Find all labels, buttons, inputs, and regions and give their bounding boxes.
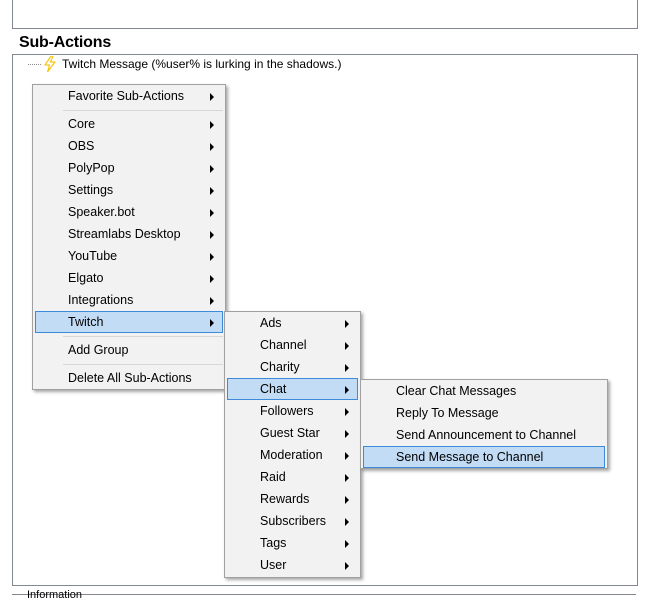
tree-connector xyxy=(28,63,41,65)
submenu-arrow-icon xyxy=(345,364,349,372)
submenu-arrow-icon xyxy=(345,518,349,526)
menu-item-label: User xyxy=(260,558,287,572)
menu-item-favorite-sub-actions[interactable]: Favorite Sub-Actions xyxy=(35,85,223,107)
menu-item-send-message-to-channel[interactable]: Send Message to Channel xyxy=(363,446,605,468)
menu-item-label: Rewards xyxy=(260,492,310,506)
menu-item-twitch[interactable]: Twitch xyxy=(35,311,223,333)
submenu-arrow-icon xyxy=(210,253,214,261)
menu-item-tags[interactable]: Tags xyxy=(227,532,358,554)
menu-item-integrations[interactable]: Integrations xyxy=(35,289,223,311)
menu-item-polypop[interactable]: PolyPop xyxy=(35,157,223,179)
menu-item-obs[interactable]: OBS xyxy=(35,135,223,157)
menu-item-label: Ads xyxy=(260,316,282,330)
context-menu-main: Favorite Sub-Actions Core OBS PolyPop Se… xyxy=(32,84,226,390)
menu-item-label: Clear Chat Messages xyxy=(396,384,517,398)
submenu-arrow-icon xyxy=(210,275,214,283)
menu-item-label: OBS xyxy=(68,139,95,153)
menu-separator xyxy=(63,364,223,365)
menu-item-label: Settings xyxy=(68,183,114,197)
menu-item-streamlabs-desktop[interactable]: Streamlabs Desktop xyxy=(35,223,223,245)
menu-item-subscribers[interactable]: Subscribers xyxy=(227,510,358,532)
section-title: Sub-Actions xyxy=(19,34,112,51)
menu-item-raid[interactable]: Raid xyxy=(227,466,358,488)
menu-item-speaker-bot[interactable]: Speaker.bot xyxy=(35,201,223,223)
menu-item-label: Elgato xyxy=(68,271,104,285)
submenu-arrow-icon xyxy=(210,187,214,195)
menu-item-label: Integrations xyxy=(68,293,134,307)
menu-item-label: Tags xyxy=(260,536,287,550)
submenu-arrow-icon xyxy=(345,496,349,504)
submenu-arrow-icon xyxy=(345,540,349,548)
submenu-arrow-icon xyxy=(210,209,214,217)
submenu-arrow-icon xyxy=(210,93,214,101)
submenu-arrow-icon xyxy=(345,386,349,394)
menu-item-label: Charity xyxy=(260,360,300,374)
menu-item-label: Favorite Sub-Actions xyxy=(68,89,185,103)
info-label: Information xyxy=(27,589,83,601)
top-panel xyxy=(12,0,638,29)
menu-separator xyxy=(63,336,223,337)
menu-item-ads[interactable]: Ads xyxy=(227,312,358,334)
menu-item-label: Channel xyxy=(260,338,307,352)
menu-item-channel[interactable]: Channel xyxy=(227,334,358,356)
info-divider xyxy=(12,594,636,595)
menu-item-settings[interactable]: Settings xyxy=(35,179,223,201)
submenu-arrow-icon xyxy=(345,562,349,570)
menu-item-label: Reply To Message xyxy=(396,406,499,420)
menu-item-elgato[interactable]: Elgato xyxy=(35,267,223,289)
menu-item-chat[interactable]: Chat xyxy=(227,378,358,400)
menu-item-charity[interactable]: Charity xyxy=(227,356,358,378)
menu-item-reply-to-message[interactable]: Reply To Message xyxy=(363,402,605,424)
submenu-arrow-icon xyxy=(345,474,349,482)
menu-separator xyxy=(63,110,223,111)
menu-item-label: PolyPop xyxy=(68,161,115,175)
submenu-arrow-icon xyxy=(210,319,214,327)
context-menu-twitch: Ads Channel Charity Chat Followers Guest… xyxy=(224,311,361,578)
menu-item-label: Followers xyxy=(260,404,314,418)
menu-item-label: Subscribers xyxy=(260,514,326,528)
submenu-arrow-icon xyxy=(345,408,349,416)
submenu-arrow-icon xyxy=(345,342,349,350)
menu-item-label: Send Announcement to Channel xyxy=(396,428,576,442)
submenu-arrow-icon xyxy=(345,430,349,438)
menu-item-label: YouTube xyxy=(68,249,118,263)
submenu-arrow-icon xyxy=(345,320,349,328)
menu-item-clear-chat-messages[interactable]: Clear Chat Messages xyxy=(363,380,605,402)
menu-item-youtube[interactable]: YouTube xyxy=(35,245,223,267)
context-menu-chat: Clear Chat Messages Reply To Message Sen… xyxy=(360,379,608,469)
menu-item-label: Core xyxy=(68,117,96,131)
menu-item-label: Speaker.bot xyxy=(68,205,135,219)
submenu-arrow-icon xyxy=(210,121,214,129)
menu-item-followers[interactable]: Followers xyxy=(227,400,358,422)
submenu-arrow-icon xyxy=(210,297,214,305)
menu-item-send-announcement[interactable]: Send Announcement to Channel xyxy=(363,424,605,446)
menu-item-delete-all-sub-actions[interactable]: Delete All Sub-Actions xyxy=(35,367,223,389)
submenu-arrow-icon xyxy=(210,143,214,151)
menu-item-core[interactable]: Core xyxy=(35,113,223,135)
submenu-arrow-icon xyxy=(210,165,214,173)
menu-item-label: Raid xyxy=(260,470,286,484)
menu-item-label: Chat xyxy=(260,382,287,396)
menu-item-label: Twitch xyxy=(68,315,104,329)
menu-item-label: Streamlabs Desktop xyxy=(68,227,181,241)
lightning-icon xyxy=(44,56,56,72)
submenu-arrow-icon xyxy=(210,231,214,239)
menu-item-label: Send Message to Channel xyxy=(396,450,544,464)
submenu-arrow-icon xyxy=(345,452,349,460)
menu-item-rewards[interactable]: Rewards xyxy=(227,488,358,510)
tree-node-label: Twitch Message (%user% is lurking in the… xyxy=(62,57,342,71)
tree-node-twitch-message[interactable]: Twitch Message (%user% is lurking in the… xyxy=(28,56,341,72)
menu-item-add-group[interactable]: Add Group xyxy=(35,339,223,361)
menu-item-guest-star[interactable]: Guest Star xyxy=(227,422,358,444)
menu-item-label: Delete All Sub-Actions xyxy=(68,371,192,385)
menu-item-label: Moderation xyxy=(260,448,323,462)
menu-item-label: Guest Star xyxy=(260,426,320,440)
menu-item-label: Add Group xyxy=(68,343,129,357)
menu-item-moderation[interactable]: Moderation xyxy=(227,444,358,466)
menu-item-user[interactable]: User xyxy=(227,554,358,576)
